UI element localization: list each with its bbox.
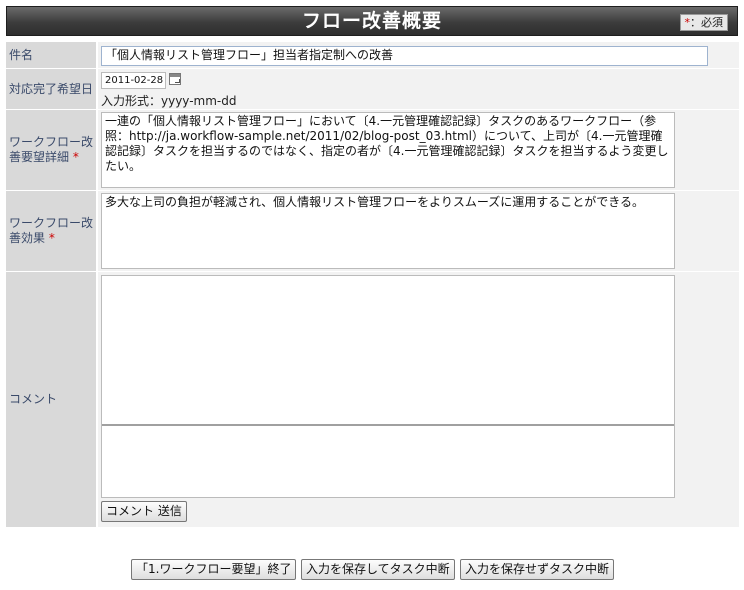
comment-history-area[interactable] bbox=[101, 275, 675, 498]
subject-input[interactable]: 「個人情報リスト管理フロー」担当者指定制への改善 bbox=[101, 46, 708, 66]
date-format-hint: 入力形式：yyyy-mm-dd bbox=[101, 94, 237, 108]
due-date-row: 対応完了希望日 2011-02-28 入力形式：yyyy-mm-dd bbox=[6, 69, 739, 110]
detail-row: ワークフロー改善要望詳細 * 一連の「個人情報リスト管理フロー」において〔4.一… bbox=[6, 110, 739, 191]
comment-label: コメント bbox=[6, 272, 97, 527]
required-legend: *：必須 bbox=[679, 14, 728, 31]
due-date-input[interactable]: 2011-02-28 bbox=[101, 72, 166, 89]
suspend-without-save-button[interactable]: 入力を保存せずタスク中断 bbox=[460, 559, 615, 580]
comment-cell: コメント 送信 bbox=[98, 272, 739, 527]
page-title: フロー改善概要 bbox=[301, 10, 442, 32]
subject-label: 件名 bbox=[6, 42, 97, 68]
detail-label: ワークフロー改善要望詳細 * bbox=[6, 110, 97, 190]
finish-task-button[interactable]: 「1.ワークフロー要望」終了 bbox=[131, 559, 297, 580]
comment-send-button[interactable]: コメント 送信 bbox=[101, 501, 187, 522]
required-mark: * bbox=[72, 150, 79, 164]
effect-label: ワークフロー改善効果 * bbox=[6, 191, 97, 271]
effect-row: ワークフロー改善効果 * 多大な上司の負担が軽減され、個人情報リスト管理フローを… bbox=[6, 191, 739, 272]
subject-cell: 「個人情報リスト管理フロー」担当者指定制への改善 bbox=[98, 42, 739, 68]
calendar-icon[interactable] bbox=[169, 73, 181, 85]
save-and-suspend-button[interactable]: 入力を保存してタスク中断 bbox=[301, 559, 455, 580]
improvement-form: 件名 「個人情報リスト管理フロー」担当者指定制への改善 対応完了希望日 2011… bbox=[6, 42, 739, 528]
detail-label-text: ワークフロー改善要望詳細 bbox=[9, 135, 94, 164]
detail-textarea[interactable]: 一連の「個人情報リスト管理フロー」において〔4.一元管理確認記録〕タスクのあるワ… bbox=[101, 112, 675, 188]
comment-divider bbox=[102, 424, 674, 426]
required-legend-text: ：必須 bbox=[690, 16, 723, 29]
form-header: フロー改善概要 *：必須 bbox=[6, 6, 738, 36]
subject-row: 件名 「個人情報リスト管理フロー」担当者指定制への改善 bbox=[6, 42, 739, 69]
comment-row: コメント コメント 送信 bbox=[6, 272, 739, 528]
effect-textarea[interactable]: 多大な上司の負担が軽減され、個人情報リスト管理フローをよりスムーズに運用すること… bbox=[101, 193, 675, 269]
detail-cell: 一連の「個人情報リスト管理フロー」において〔4.一元管理確認記録〕タスクのあるワ… bbox=[98, 110, 739, 190]
due-date-cell: 2011-02-28 入力形式：yyyy-mm-dd bbox=[98, 69, 739, 109]
due-date-label: 対応完了希望日 bbox=[6, 69, 97, 109]
effect-cell: 多大な上司の負担が軽減され、個人情報リスト管理フローをよりスムーズに運用すること… bbox=[98, 191, 739, 271]
required-mark: * bbox=[48, 231, 55, 245]
